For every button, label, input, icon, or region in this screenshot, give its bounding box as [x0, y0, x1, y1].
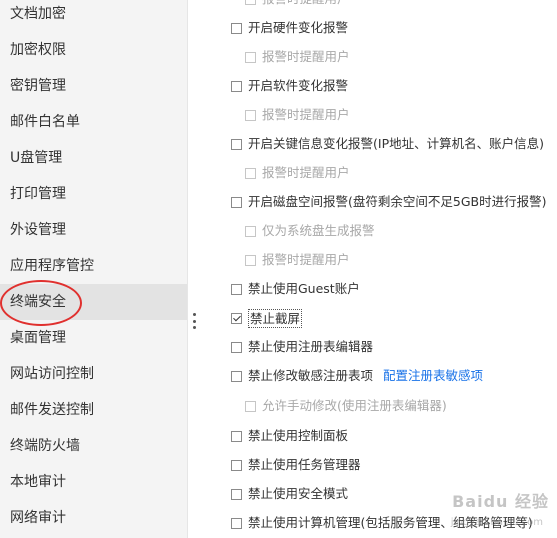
disk-alarm-label: 开启磁盘空间报警(盘符剩余空间不足5GB时进行报警)	[248, 194, 547, 209]
disable-screenshot-checkbox[interactable]	[231, 312, 242, 324]
disable-guest-option[interactable]: 禁止使用Guest账户	[231, 278, 360, 300]
disable-modify-registry-option[interactable]: 禁止修改敏感注册表项 配置注册表敏感项	[231, 365, 483, 387]
sidebar-item-endpoint-security[interactable]: 终端安全	[0, 284, 187, 320]
sidebar: 文档加密 加密权限 密钥管理 邮件白名单 U盘管理 打印管理 外设管理 应用程序…	[0, 0, 188, 538]
key-info-notify-checkbox[interactable]	[245, 167, 256, 179]
top-notify-label: 报警时提醒用户	[262, 0, 350, 10]
disk-system-only-label: 仅为系统盘生成报警	[262, 223, 375, 238]
disable-guest-label: 禁止使用Guest账户	[248, 281, 360, 296]
sidebar-item-desktop-management[interactable]: 桌面管理	[0, 320, 187, 356]
disk-notify-option[interactable]: 报警时提醒用户	[245, 249, 350, 271]
key-info-alarm-label: 开启关键信息变化报警(IP地址、计算机名、账户信息)	[248, 136, 544, 151]
sidebar-item-encryption-permissions[interactable]: 加密权限	[0, 32, 187, 68]
hardware-notify-checkbox[interactable]	[245, 51, 256, 63]
key-info-notify-option[interactable]: 报警时提醒用户	[245, 162, 350, 184]
sidebar-item-key-management[interactable]: 密钥管理	[0, 68, 187, 104]
disable-screenshot-option[interactable]: 禁止截屏	[231, 307, 303, 329]
disk-alarm-option[interactable]: 开启磁盘空间报警(盘符剩余空间不足5GB时进行报警)	[231, 191, 546, 213]
allow-manual-modify-option[interactable]: 允许手动修改(使用注册表编辑器)	[245, 395, 447, 417]
top-notify-option[interactable]: 报警时提醒用户	[245, 0, 350, 10]
hardware-alarm-checkbox[interactable]	[231, 22, 242, 34]
sidebar-item-website-access-control[interactable]: 网站访问控制	[0, 356, 187, 392]
disk-alarm-checkbox[interactable]	[231, 196, 242, 208]
disk-notify-checkbox[interactable]	[245, 254, 256, 266]
sidebar-item-print-management[interactable]: 打印管理	[0, 176, 187, 212]
hardware-notify-option[interactable]: 报警时提醒用户	[245, 46, 350, 68]
configure-registry-link[interactable]: 配置注册表敏感项	[383, 365, 483, 387]
software-alarm-label: 开启软件变化报警	[248, 78, 349, 93]
allow-manual-modify-checkbox[interactable]	[245, 400, 256, 412]
software-notify-label: 报警时提醒用户	[262, 107, 350, 122]
disable-regedit-checkbox[interactable]	[231, 341, 242, 353]
disable-guest-checkbox[interactable]	[231, 283, 242, 295]
disable-safe-mode-option[interactable]: 禁止使用安全模式	[231, 483, 348, 505]
hardware-alarm-option[interactable]: 开启硬件变化报警	[231, 17, 348, 39]
sidebar-item-endpoint-firewall[interactable]: 终端防火墙	[0, 428, 187, 464]
disable-modify-registry-label: 禁止修改敏感注册表项	[248, 368, 374, 383]
disable-regedit-label: 禁止使用注册表编辑器	[248, 339, 374, 354]
key-info-alarm-option[interactable]: 开启关键信息变化报警(IP地址、计算机名、账户信息)	[231, 133, 544, 155]
sidebar-item-email-whitelist[interactable]: 邮件白名单	[0, 104, 187, 140]
sidebar-item-email-send-control[interactable]: 邮件发送控制	[0, 392, 187, 428]
disable-control-panel-label: 禁止使用控制面板	[248, 428, 349, 443]
disable-screenshot-label: 禁止截屏	[248, 308, 303, 328]
hardware-notify-label: 报警时提醒用户	[262, 49, 350, 64]
software-notify-checkbox[interactable]	[245, 109, 256, 121]
disable-computer-mgmt-checkbox[interactable]	[231, 517, 242, 529]
sidebar-item-peripheral-management[interactable]: 外设管理	[0, 212, 187, 248]
software-alarm-checkbox[interactable]	[231, 80, 242, 92]
disable-safe-mode-label: 禁止使用安全模式	[248, 486, 349, 501]
sidebar-item-application-control[interactable]: 应用程序管控	[0, 248, 187, 284]
sidebar-item-doc-encryption[interactable]: 文档加密	[0, 0, 187, 32]
disk-system-only-checkbox[interactable]	[245, 225, 256, 237]
disable-task-manager-label: 禁止使用任务管理器	[248, 457, 361, 472]
disk-notify-label: 报警时提醒用户	[262, 252, 350, 267]
disable-task-manager-checkbox[interactable]	[231, 459, 242, 471]
hardware-alarm-label: 开启硬件变化报警	[248, 20, 349, 35]
software-notify-option[interactable]: 报警时提醒用户	[245, 104, 350, 126]
allow-manual-modify-label: 允许手动修改(使用注册表编辑器)	[262, 398, 447, 413]
baidu-watermark: Baidu 经验	[452, 492, 549, 511]
top-notify-checkbox[interactable]	[245, 0, 256, 5]
key-info-notify-label: 报警时提醒用户	[262, 165, 350, 180]
disable-safe-mode-checkbox[interactable]	[231, 488, 242, 500]
splitter-handle-icon[interactable]	[192, 313, 196, 329]
disable-control-panel-option[interactable]: 禁止使用控制面板	[231, 425, 348, 447]
disable-modify-registry-checkbox[interactable]	[231, 370, 242, 382]
key-info-alarm-checkbox[interactable]	[231, 138, 242, 150]
software-alarm-option[interactable]: 开启软件变化报警	[231, 75, 348, 97]
sidebar-item-local-audit[interactable]: 本地审计	[0, 464, 187, 500]
baidu-watermark-url: jingyan.baidu.com	[450, 517, 543, 528]
disable-control-panel-checkbox[interactable]	[231, 430, 242, 442]
disable-regedit-option[interactable]: 禁止使用注册表编辑器	[231, 336, 373, 358]
disk-system-only-option[interactable]: 仅为系统盘生成报警	[245, 220, 375, 242]
sidebar-item-usb-management[interactable]: U盘管理	[0, 140, 187, 176]
disable-task-manager-option[interactable]: 禁止使用任务管理器	[231, 454, 361, 476]
sidebar-item-network-audit[interactable]: 网络审计	[0, 500, 187, 536]
